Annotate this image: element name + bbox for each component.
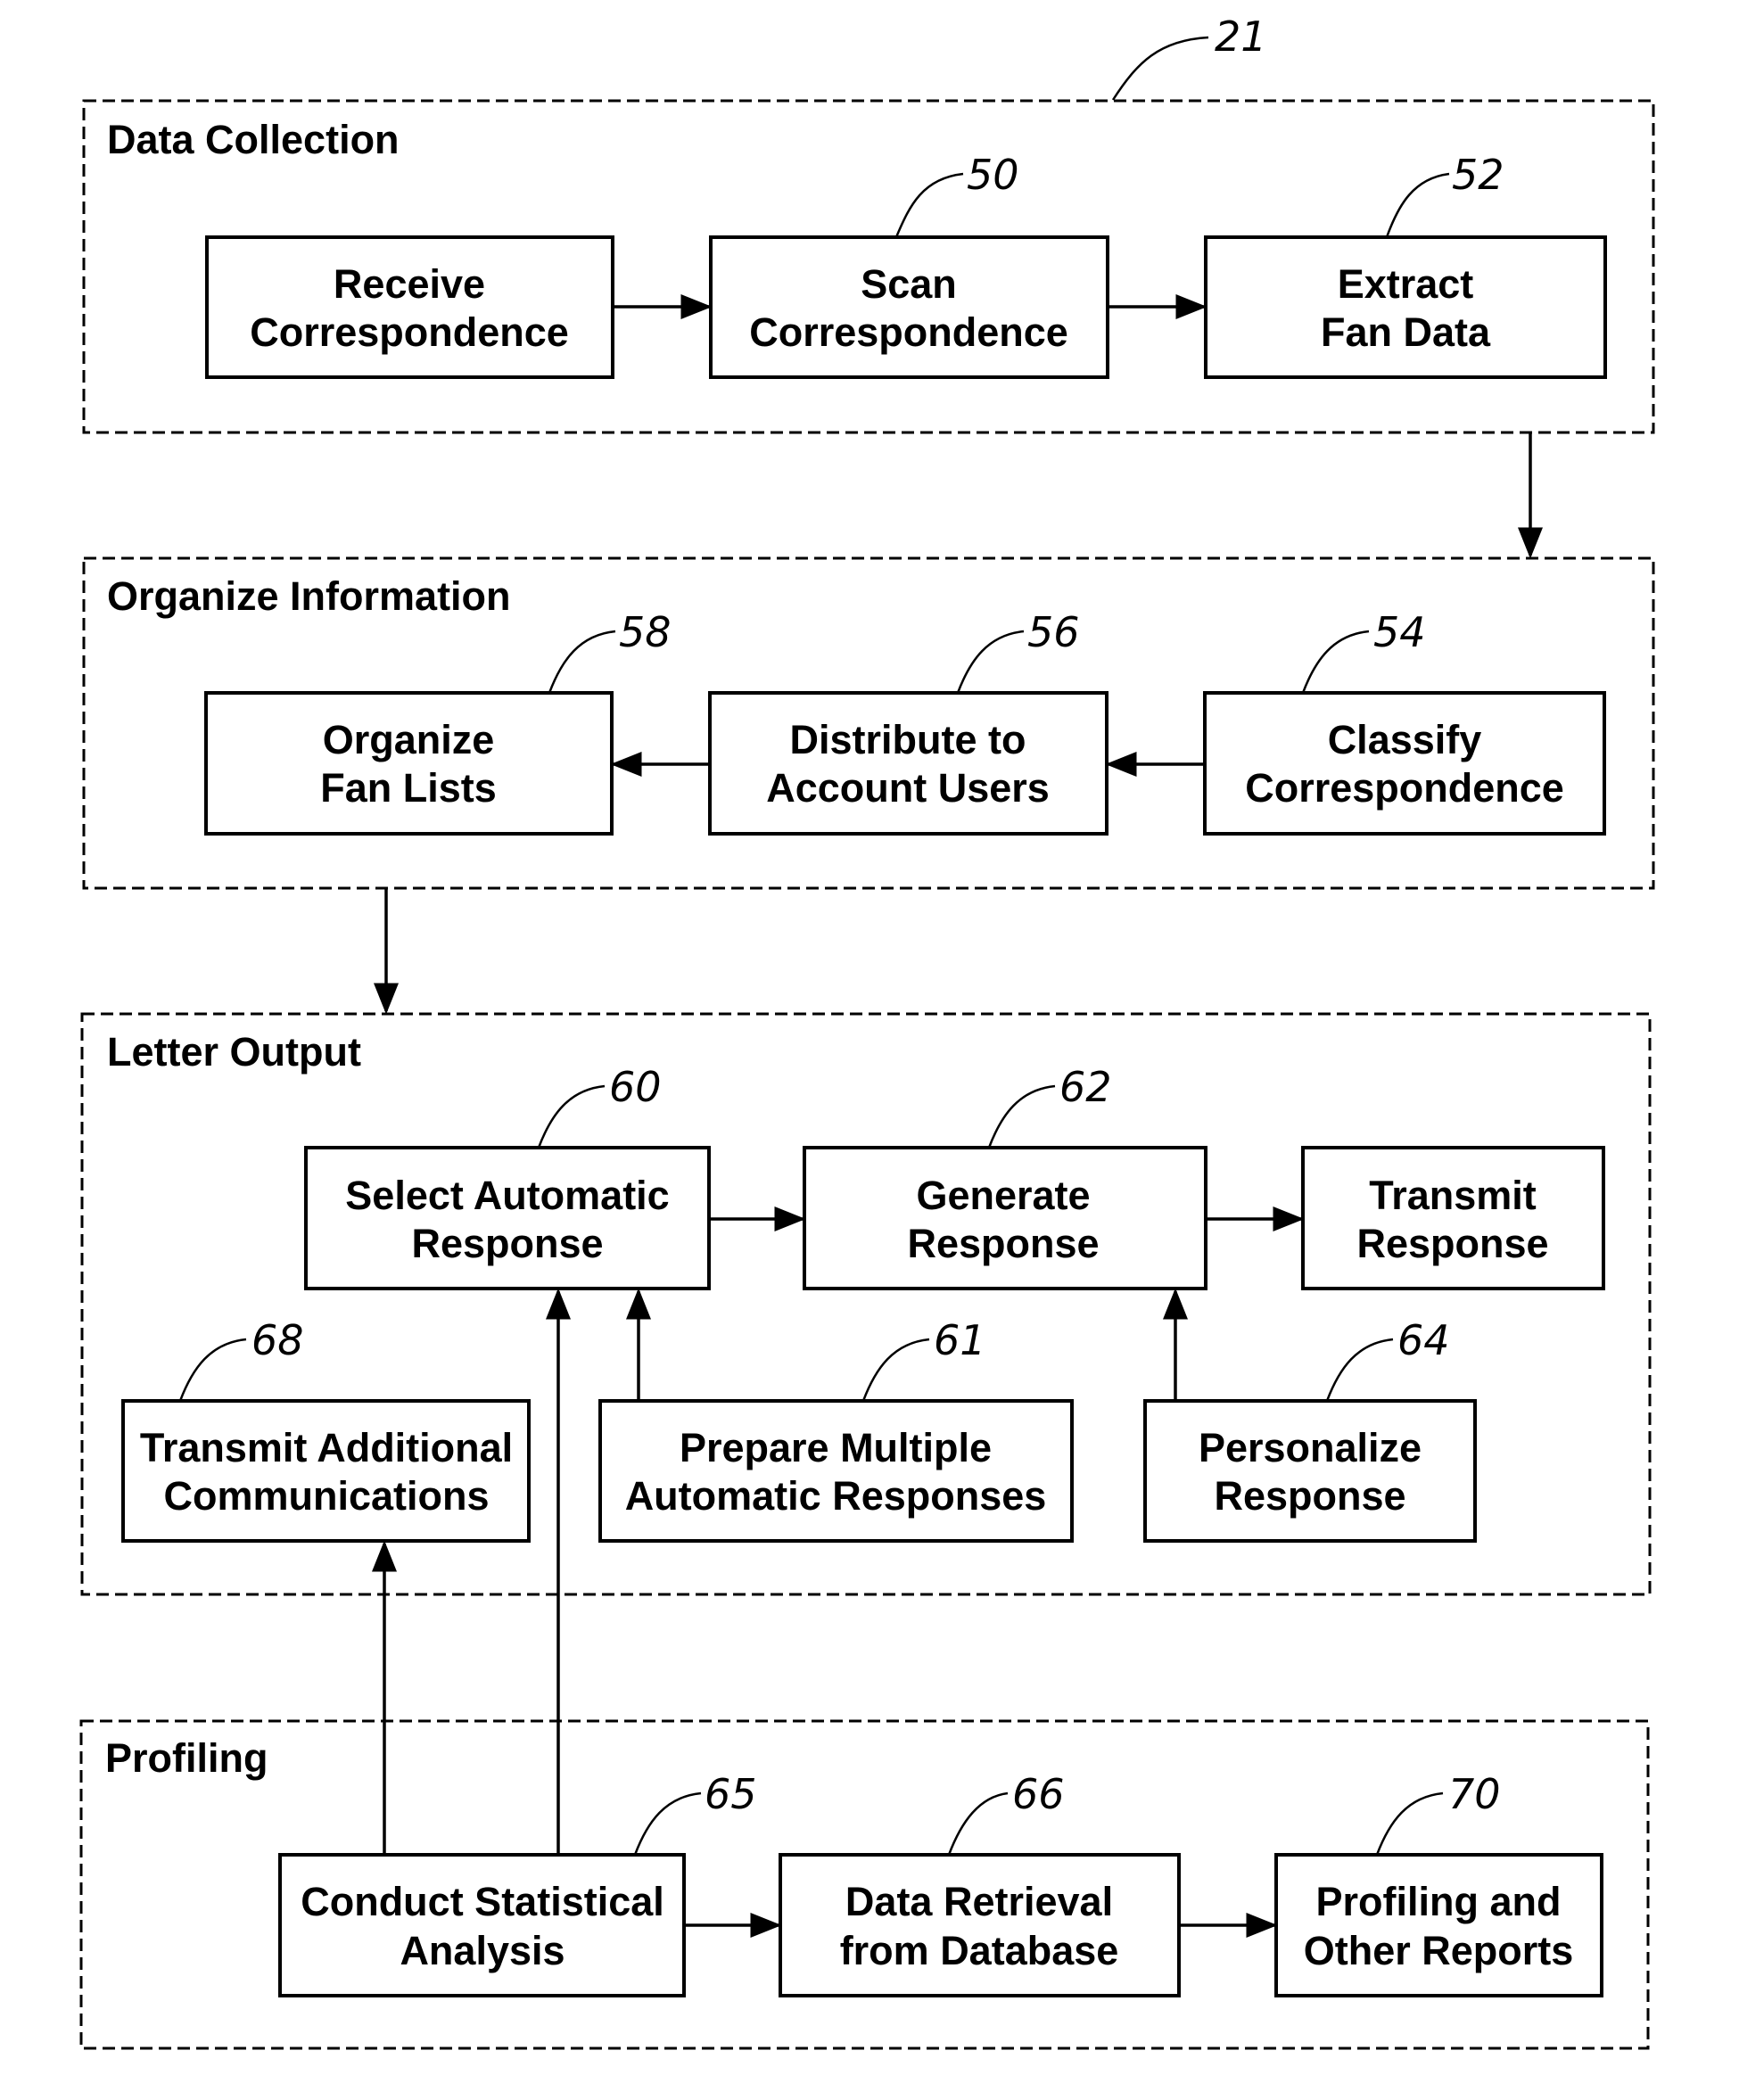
group-title: Letter Output xyxy=(107,1029,361,1075)
ref-number: 52 xyxy=(1452,151,1504,199)
box-label-line: Communications xyxy=(163,1473,489,1519)
ref-number: 60 xyxy=(609,1063,662,1111)
box-personalize-response: Personalize Response 64 xyxy=(1143,1316,1477,1543)
group-title: Data Collection xyxy=(107,117,400,162)
box-label-line: Correspondence xyxy=(1245,765,1564,811)
box-classify-correspondence: Classify Correspondence 54 xyxy=(1203,608,1606,836)
box-label-line: Organize xyxy=(323,717,495,762)
box-label-line: Classify xyxy=(1328,717,1482,762)
box-label-line: Fan Lists xyxy=(320,765,497,811)
ref-leader xyxy=(178,1338,247,1402)
ref-number: 68 xyxy=(251,1316,304,1364)
ref-number: 65 xyxy=(705,1770,757,1818)
box-label-line: Distribute to xyxy=(790,717,1026,762)
box-data-retrieval-from-database: Data Retrieval from Database 66 xyxy=(779,1770,1181,1997)
ref-number: 54 xyxy=(1373,608,1426,656)
box-conduct-statistical-analysis: Conduct Statistical Analysis 65 xyxy=(278,1770,757,1997)
ref-number: 61 xyxy=(934,1316,986,1364)
ref-number: 56 xyxy=(1027,608,1080,656)
ref-number: 66 xyxy=(1012,1770,1065,1818)
group-profiling: Profiling Conduct Statistical Analysis 6… xyxy=(79,1719,1650,2050)
box-label-line: Correspondence xyxy=(749,309,1068,355)
box-distribute-to-account-users: Distribute to Account Users 56 xyxy=(708,608,1109,836)
box-extract-fan-data: Extract Fan Data 52 xyxy=(1204,151,1607,379)
ref-leader xyxy=(1301,630,1370,694)
box-label-line: Other Reports xyxy=(1304,1928,1574,1973)
ref-leader xyxy=(1385,172,1450,238)
ref-number: 62 xyxy=(1059,1063,1112,1111)
box-transmit-response: Transmit Response xyxy=(1301,1146,1605,1290)
ref-leader xyxy=(894,172,964,238)
box-label-line: Generate xyxy=(916,1173,1090,1218)
box-label-line: Transmit Additional xyxy=(140,1425,513,1470)
box-label-line: Receive xyxy=(334,261,485,307)
box-receive-correspondence: Receive Correspondence xyxy=(205,235,614,379)
box-label-line: Extract xyxy=(1338,261,1474,307)
ref-leader xyxy=(956,630,1025,694)
box-label-line: Response xyxy=(907,1221,1099,1266)
group-letter-output: Letter Output Select Automatic Response … xyxy=(80,1012,1652,1596)
box-select-automatic-response: Select Automatic Response 60 xyxy=(304,1063,711,1290)
box-label-line: Profiling and xyxy=(1316,1879,1562,1924)
figure-ref-leader xyxy=(1111,36,1209,101)
box-label-line: Personalize xyxy=(1199,1425,1422,1470)
group-organize-information: Organize Information Organize Fan Lists … xyxy=(82,556,1655,890)
box-profiling-and-other-reports: Profiling and Other Reports 70 xyxy=(1274,1770,1603,1997)
group-title: Organize Information xyxy=(107,573,511,619)
box-label-line: from Database xyxy=(840,1928,1119,1973)
box-label-line: Select Automatic xyxy=(345,1173,669,1218)
ref-number: 50 xyxy=(967,151,1019,199)
ref-number: 70 xyxy=(1448,1770,1501,1818)
ref-leader xyxy=(548,630,616,694)
box-transmit-additional-communications: Transmit Additional Communications 68 xyxy=(121,1316,531,1543)
box-scan-correspondence: Scan Correspondence 50 xyxy=(709,151,1109,379)
box-organize-fan-lists: Organize Fan Lists 58 xyxy=(204,608,672,836)
box-label-line: Prepare Multiple xyxy=(680,1425,992,1470)
group-title: Profiling xyxy=(105,1735,268,1781)
box-label-line: Scan xyxy=(861,261,957,307)
group-data-collection: Data Collection Receive Correspondence S… xyxy=(82,99,1655,434)
box-generate-response: Generate Response 62 xyxy=(803,1063,1207,1290)
ref-leader xyxy=(947,1791,1009,1856)
flowchart: 21 Data Collection Receive Correspondenc… xyxy=(79,12,1655,2050)
box-label-line: Conduct Statistical xyxy=(301,1879,664,1924)
box-label-line: Transmit xyxy=(1369,1173,1537,1218)
box-label-line: Data Retrieval xyxy=(845,1879,1113,1924)
box-label-line: Analysis xyxy=(400,1928,565,1973)
ref-leader xyxy=(987,1084,1056,1149)
box-label-line: Response xyxy=(1356,1221,1548,1266)
ref-leader xyxy=(537,1084,606,1149)
ref-leader xyxy=(1325,1338,1394,1402)
ref-leader xyxy=(633,1791,702,1856)
box-label-line: Automatic Responses xyxy=(625,1473,1047,1519)
ref-leader xyxy=(1375,1791,1444,1856)
box-label-line: Fan Data xyxy=(1321,309,1491,355)
box-prepare-multiple-automatic-responses: Prepare Multiple Automatic Responses 61 xyxy=(598,1316,1074,1543)
ref-number: 64 xyxy=(1397,1316,1450,1364)
box-label-line: Account Users xyxy=(766,765,1050,811)
box-label-line: Response xyxy=(1214,1473,1405,1519)
ref-number: 58 xyxy=(619,608,672,656)
box-label-line: Response xyxy=(411,1221,603,1266)
figure-ref-number: 21 xyxy=(1215,12,1267,61)
box-label-line: Correspondence xyxy=(250,309,569,355)
ref-leader xyxy=(861,1338,930,1402)
